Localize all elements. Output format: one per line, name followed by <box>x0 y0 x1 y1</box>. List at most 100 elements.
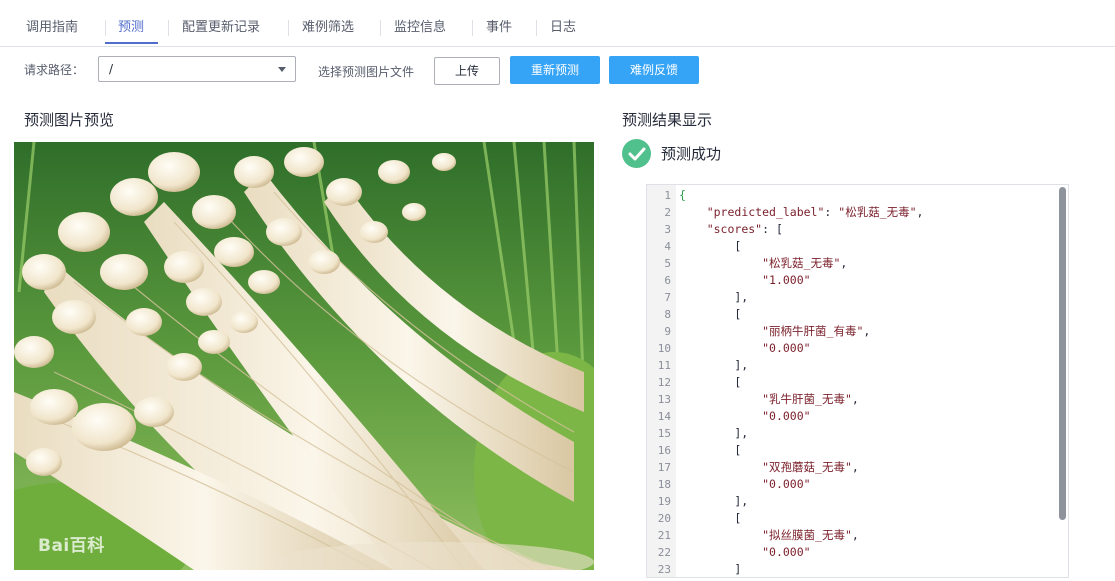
tab-separator <box>536 20 537 36</box>
hard-example-feedback-button[interactable]: 难例反馈 <box>609 56 699 84</box>
code-line: 4 [ <box>647 238 1047 255</box>
code-line: 22 "0.000" <box>647 544 1047 561</box>
code-text: "0.000" <box>762 545 811 559</box>
upload-button[interactable]: 上传 <box>434 57 500 85</box>
tab-separator <box>380 20 381 36</box>
code-text: "乳牛肝菌_无毒", <box>762 392 859 406</box>
line-number: 18 <box>657 478 671 491</box>
mushroom-image <box>14 142 594 570</box>
tab-monitoring[interactable]: 监控信息 <box>394 18 446 38</box>
code-line: 2 "predicted_label": "松乳菇_无毒", <box>647 204 1047 221</box>
line-number: 7 <box>664 291 671 304</box>
tab-separator <box>472 20 473 36</box>
request-path-select[interactable]: / <box>98 56 296 82</box>
prediction-status: 预测成功 <box>661 145 722 163</box>
code-text: "丽柄牛肝菌_有毒", <box>762 324 871 338</box>
tab-separator <box>105 20 106 36</box>
tab-hard-examples[interactable]: 难例筛选 <box>302 18 354 38</box>
tab-bar: 调用指南 预测 配置更新记录 难例筛选 监控信息 事件 日志 <box>0 0 1115 47</box>
result-title: 预测结果显示 <box>622 111 713 129</box>
code-line: 15 ], <box>647 425 1047 442</box>
line-number: 12 <box>657 376 671 389</box>
line-number: 14 <box>657 410 671 423</box>
request-path-label: 请求路径： <box>24 63 85 77</box>
line-number: 5 <box>664 257 671 270</box>
code-text: ], <box>679 426 749 440</box>
code-line: 7 ], <box>647 289 1047 306</box>
code-line: 23 ] <box>647 561 1047 577</box>
tab-events[interactable]: 事件 <box>486 18 512 38</box>
active-tab-indicator <box>105 42 158 44</box>
code-line: 20 [ <box>647 510 1047 527</box>
code-line: 9 "丽柄牛肝菌_有毒", <box>647 323 1047 340</box>
code-line: 14 "0.000" <box>647 408 1047 425</box>
tab-logs[interactable]: 日志 <box>550 18 576 38</box>
code-text: "拟丝膜菌_无毒", <box>762 528 859 542</box>
line-number: 22 <box>657 546 671 559</box>
line-number: 13 <box>657 393 671 406</box>
code-text: "松乳菇_无毒", <box>762 256 848 270</box>
preview-title: 预测图片预览 <box>24 111 115 129</box>
code-line: 8 [ <box>647 306 1047 323</box>
line-number: 21 <box>657 529 671 542</box>
code-text: [ <box>679 443 742 457</box>
baidu-watermark: Bai百科 <box>38 536 105 556</box>
code-line: 12 [ <box>647 374 1047 391</box>
code-text: "scores": [ <box>706 222 783 236</box>
line-number: 8 <box>664 308 671 321</box>
code-text: "0.000" <box>762 409 811 423</box>
code-line: 11 ], <box>647 357 1047 374</box>
scrollbar[interactable] <box>1059 187 1066 520</box>
code-text: [ <box>679 307 742 321</box>
code-line: 16 [ <box>647 442 1047 459</box>
line-number: 9 <box>664 325 671 338</box>
prediction-image-preview: Bai百科 <box>14 142 594 570</box>
line-number: 16 <box>657 444 671 457</box>
line-number: 6 <box>664 274 671 287</box>
code-line: 19 ], <box>647 493 1047 510</box>
code-text: { <box>679 188 686 202</box>
code-line: 3 "scores": [ <box>647 221 1047 238</box>
tab-separator <box>288 20 289 36</box>
tab-predict[interactable]: 预测 <box>118 18 144 38</box>
line-number: 10 <box>657 342 671 355</box>
code-text: ], <box>679 290 749 304</box>
line-number: 19 <box>657 495 671 508</box>
code-text: "0.000" <box>762 341 811 355</box>
line-number: 23 <box>657 563 671 576</box>
code-line: 5 "松乳菇_无毒", <box>647 255 1047 272</box>
request-path-value: / <box>109 62 114 76</box>
code-text: ], <box>679 358 749 372</box>
tab-guide[interactable]: 调用指南 <box>26 18 78 38</box>
line-number: 20 <box>657 512 671 525</box>
line-number: 4 <box>664 240 671 253</box>
line-number: 2 <box>664 206 671 219</box>
file-select-label: 选择预测图片文件 <box>318 65 415 79</box>
code-text: "predicted_label": "松乳菇_无毒", <box>706 205 924 219</box>
code-text: "0.000" <box>762 477 811 491</box>
code-line: 13 "乳牛肝菌_无毒", <box>647 391 1047 408</box>
code-line: 1{ <box>647 187 1047 204</box>
code-line: 6 "1.000" <box>647 272 1047 289</box>
code-text: "双孢蘑菇_无毒", <box>762 460 859 474</box>
chevron-down-icon <box>278 67 286 72</box>
tab-config-records[interactable]: 配置更新记录 <box>182 18 260 38</box>
tab-separator <box>168 20 169 36</box>
repredict-button[interactable]: 重新预测 <box>510 56 600 84</box>
code-text: ] <box>679 562 742 576</box>
code-text: [ <box>679 239 742 253</box>
success-check-icon <box>622 139 651 168</box>
code-text: [ <box>679 375 742 389</box>
line-number: 17 <box>657 461 671 474</box>
line-number: 1 <box>664 189 671 202</box>
code-line: 17 "双孢蘑菇_无毒", <box>647 459 1047 476</box>
code-text: ], <box>679 494 749 508</box>
code-line: 21 "拟丝膜菌_无毒", <box>647 527 1047 544</box>
line-number: 15 <box>657 427 671 440</box>
prediction-result-json[interactable]: 1{2 "predicted_label": "松乳菇_无毒", 3 "score… <box>646 184 1069 578</box>
code-line: 10 "0.000" <box>647 340 1047 357</box>
line-number: 11 <box>657 359 671 372</box>
code-text: "1.000" <box>762 273 811 287</box>
line-number: 3 <box>664 223 671 236</box>
code-line: 18 "0.000" <box>647 476 1047 493</box>
